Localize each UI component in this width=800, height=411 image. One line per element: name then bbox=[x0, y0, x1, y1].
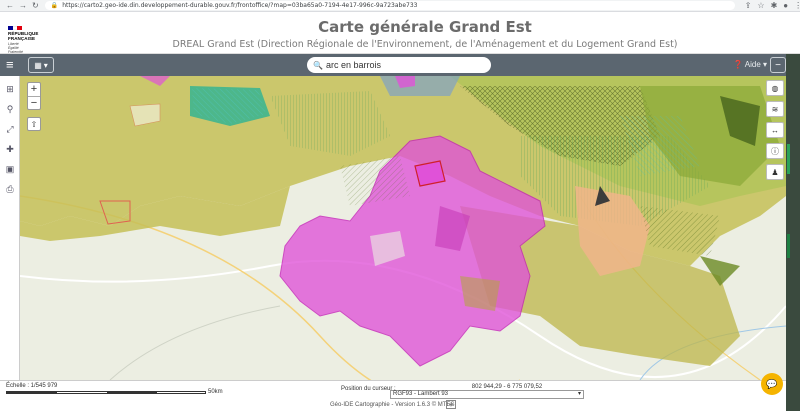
logo-motto: Liberté Égalité Fraternité bbox=[8, 42, 44, 54]
chevron-down-icon: ▾ bbox=[577, 391, 581, 397]
header-titles: Carte générale Grand Est DREAL Grand Est… bbox=[120, 18, 730, 50]
search-icon: 🔍 bbox=[313, 60, 323, 70]
caret-down-icon: ▾ bbox=[43, 60, 48, 70]
left-tool-rail: ⊞ ⚲ ⤢ ✚ ▣ ⎙ bbox=[0, 76, 20, 380]
search-box[interactable]: 🔍 bbox=[307, 57, 491, 73]
scale-max-label: 50km bbox=[208, 389, 223, 395]
basemap-selector-button[interactable]: ▦ ▾ bbox=[28, 57, 54, 73]
user-icon[interactable]: ♟ bbox=[766, 164, 784, 180]
scale-label: Échelle : 1/545 979 bbox=[6, 383, 58, 389]
globe-icon[interactable]: ◍ bbox=[766, 80, 784, 96]
search-input[interactable] bbox=[325, 60, 476, 70]
browser-bar: ← → ↻ 🔒 https://carto2.geo-ide.din.devel… bbox=[0, 0, 800, 12]
footer: Géo-IDE Cartographie - Version 1.6.3 © M… bbox=[0, 400, 786, 411]
page-subtitle: DREAL Grand Est (Direction Régionale de … bbox=[172, 39, 678, 50]
layers-toggle-icon[interactable]: ≋ bbox=[766, 101, 784, 117]
ruler-icon[interactable]: ↔ bbox=[766, 122, 784, 138]
scale-bar-segment bbox=[107, 392, 157, 393]
app-header: RÉPUBLIQUE FRANÇAISE Liberté Égalité Fra… bbox=[0, 12, 800, 54]
chat-bubble-button[interactable]: 💬 bbox=[761, 373, 783, 395]
full-extent-button[interactable]: ⇧ bbox=[27, 117, 41, 131]
star-icon[interactable]: ☆ bbox=[757, 1, 764, 10]
projection-select[interactable]: RGF93 - Lambert 93 ▾ bbox=[390, 390, 584, 399]
crosshair-icon[interactable]: ✚ bbox=[3, 142, 17, 156]
help-label: Aide bbox=[744, 60, 761, 69]
map-icon: ▦ bbox=[34, 60, 42, 70]
caret-down-icon: ▾ bbox=[763, 60, 768, 69]
measure-icon[interactable]: ⤢ bbox=[3, 122, 17, 136]
map-canvas[interactable] bbox=[20, 76, 786, 380]
cursor-position-label: Position du curseur : bbox=[341, 386, 396, 392]
panel-accent bbox=[787, 234, 790, 258]
menu-icon[interactable]: ≡ bbox=[6, 58, 14, 71]
right-map-tools: ◍ ≋ ↔ ⓘ ♟ bbox=[766, 80, 786, 185]
page-title: Carte générale Grand Est bbox=[318, 18, 532, 36]
map-status-bar: Échelle : 1/545 979 50km Position du cur… bbox=[0, 380, 786, 400]
map-layers bbox=[20, 76, 786, 380]
browser-extensions: ⇪ ☆ ✱ ● ⋮ bbox=[735, 1, 800, 10]
scale-bar bbox=[6, 391, 206, 394]
back-icon[interactable]: ← bbox=[6, 1, 14, 10]
map-toolbar: ≡ ▦ ▾ 🔍 ❓ Aide ▾ − bbox=[0, 54, 800, 76]
address-bar[interactable]: 🔒 https://carto2.geo-ide.din.developpeme… bbox=[44, 1, 735, 10]
help-menu[interactable]: ❓ Aide ▾ bbox=[733, 60, 767, 69]
lock-icon: 🔒 bbox=[50, 2, 59, 9]
right-edge-panel bbox=[786, 54, 800, 411]
panel-accent bbox=[787, 144, 790, 174]
flag-icon bbox=[8, 26, 23, 30]
info-icon[interactable]: ⓘ bbox=[766, 143, 784, 159]
expand-footer-button[interactable]: + bbox=[446, 400, 456, 409]
scale-bar-segment bbox=[7, 392, 57, 393]
zoom-out-button[interactable]: − bbox=[28, 96, 40, 109]
url-text: https://carto2.geo-ide.din.developpement… bbox=[62, 2, 418, 9]
zoom-in-button[interactable]: + bbox=[28, 83, 40, 96]
image-icon[interactable]: ▣ bbox=[3, 162, 17, 176]
zoom-control: + − bbox=[27, 82, 41, 110]
help-icon: ❓ bbox=[733, 60, 743, 69]
kebab-icon[interactable]: ⋮ bbox=[794, 1, 800, 10]
location-pin-icon[interactable]: ⚲ bbox=[3, 102, 17, 116]
profile-icon[interactable]: ● bbox=[783, 1, 788, 10]
version-text: Géo-IDE Cartographie - Version 1.6.3 © M… bbox=[330, 402, 455, 408]
print-icon[interactable]: ⎙ bbox=[3, 182, 17, 196]
puzzle-icon[interactable]: ✱ bbox=[771, 1, 778, 10]
republique-francaise-logo: RÉPUBLIQUE FRANÇAISE Liberté Égalité Fra… bbox=[8, 26, 44, 54]
logo-republic-2: FRANÇAISE bbox=[8, 36, 36, 41]
browser-nav: ← → ↻ bbox=[0, 1, 45, 10]
share-icon[interactable]: ⇪ bbox=[745, 1, 752, 10]
projection-value: RGF93 - Lambert 93 bbox=[393, 391, 449, 397]
map-layers-icon[interactable]: ⊞ bbox=[3, 82, 17, 96]
collapse-header-button[interactable]: − bbox=[770, 57, 786, 73]
reload-icon[interactable]: ↻ bbox=[32, 1, 39, 10]
forward-icon[interactable]: → bbox=[19, 1, 27, 10]
